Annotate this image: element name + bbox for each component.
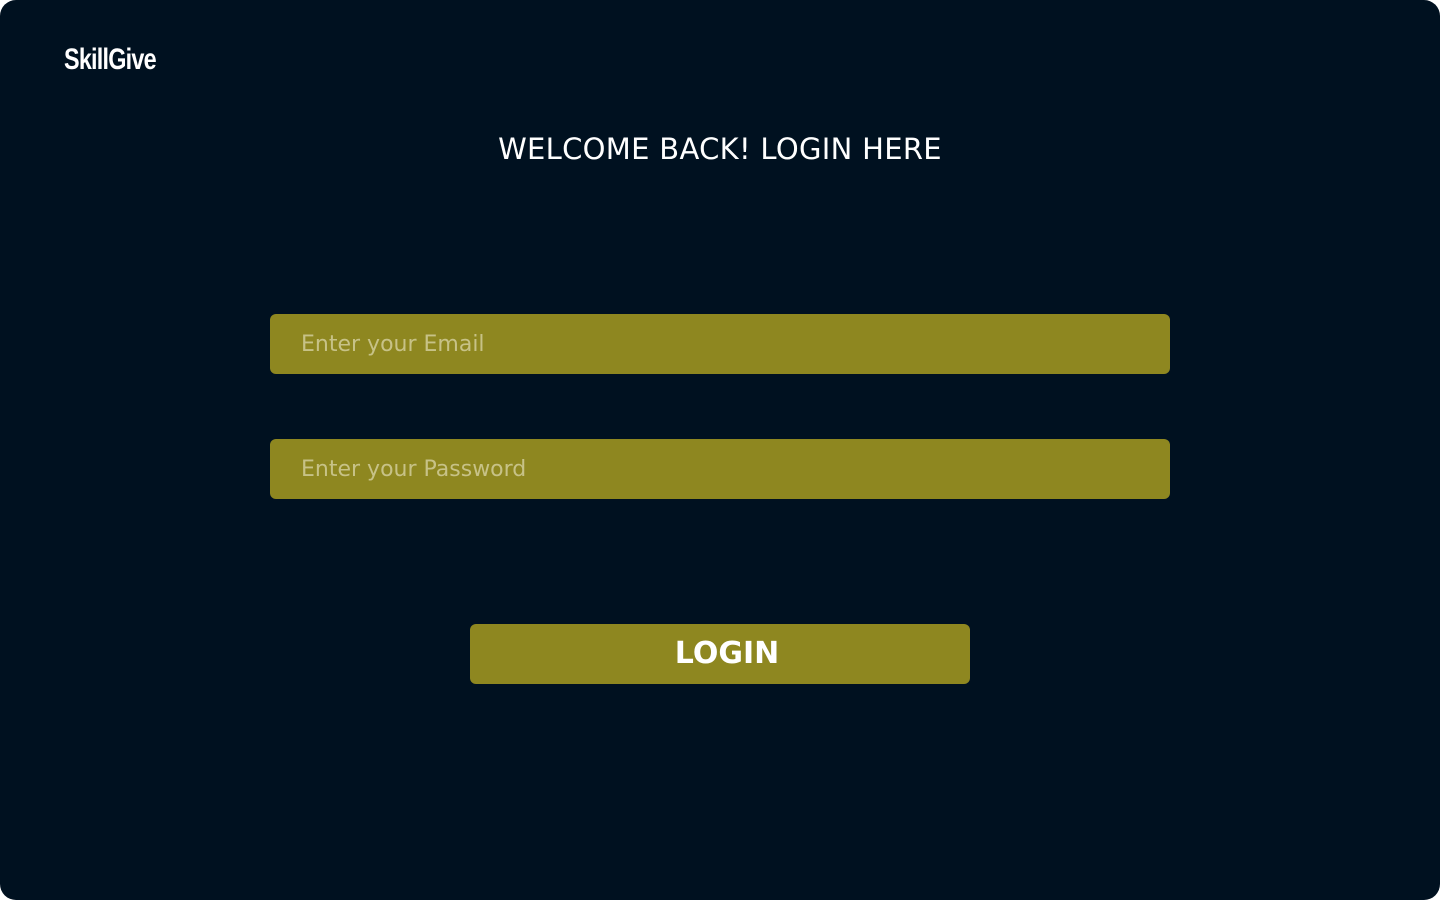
login-screen: SkillGive WELCOME BACK! LOGIN HERE LOGIN: [0, 0, 1440, 900]
password-field[interactable]: [270, 439, 1170, 499]
email-field[interactable]: [270, 314, 1170, 374]
email-field-container: [270, 314, 1170, 374]
brand-logo: SkillGive: [64, 43, 157, 76]
password-field-container: [270, 439, 1170, 499]
page-title: WELCOME BACK! LOGIN HERE: [498, 132, 942, 166]
login-button[interactable]: LOGIN: [470, 624, 970, 684]
